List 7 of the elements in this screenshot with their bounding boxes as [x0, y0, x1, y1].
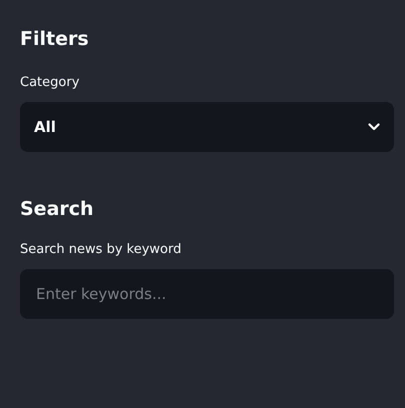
section-heading: Search: [20, 197, 95, 222]
field-label: Category: [20, 74, 80, 92]
section-heading: Filters: [20, 27, 90, 52]
chevron-down-icon: [368, 123, 380, 131]
search-field[interactable]: Enter keywords...: [20, 269, 394, 319]
category-dropdown[interactable]: All: [20, 102, 394, 152]
field-label: Search news by keyword: [20, 241, 182, 259]
